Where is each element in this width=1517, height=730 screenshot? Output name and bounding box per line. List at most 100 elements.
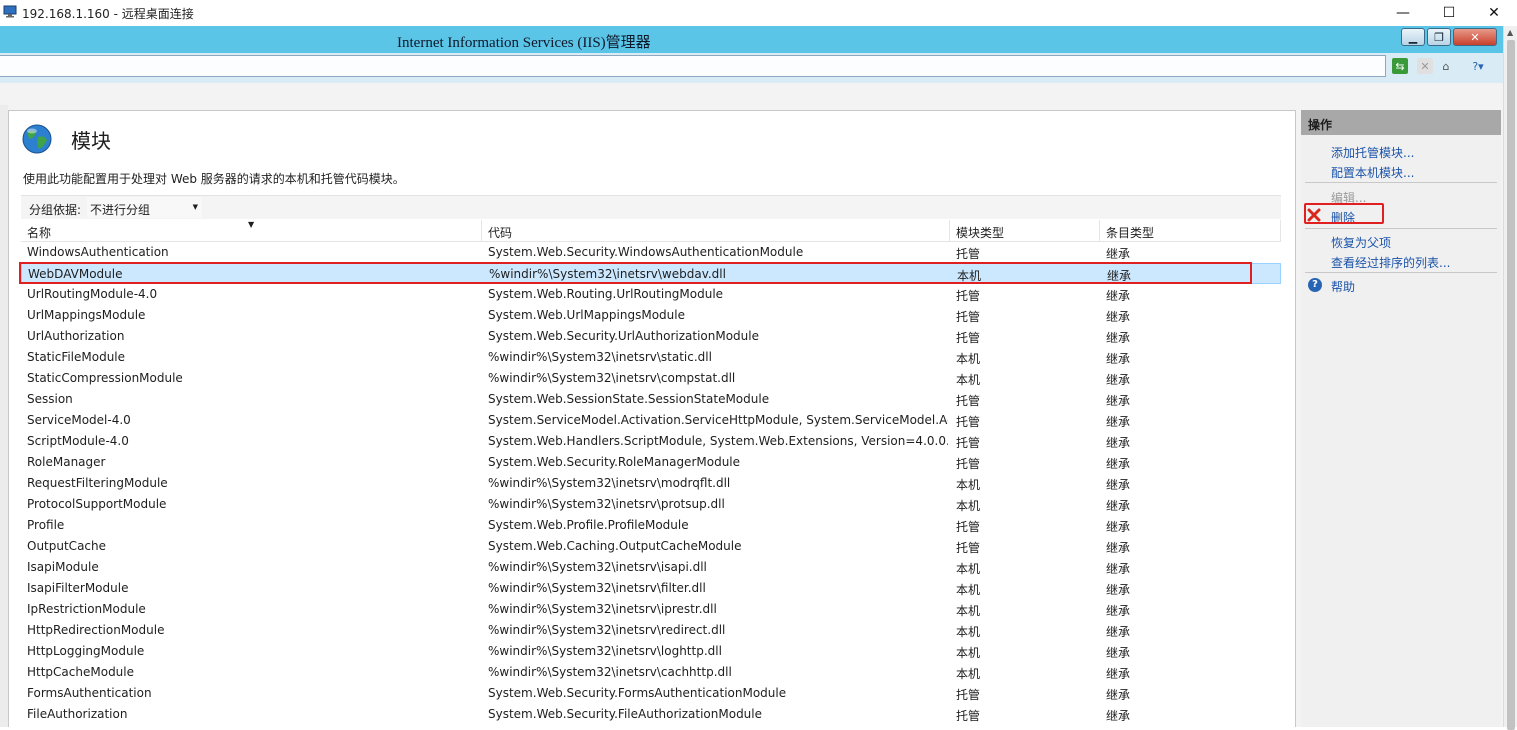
minimize-button[interactable]: — (1380, 0, 1426, 26)
table-row[interactable]: Profile System.Web.Profile.ProfileModule 托… (21, 515, 1281, 536)
table-row[interactable]: ServiceModel-4.0 System.ServiceModel.Acti… (21, 410, 1281, 431)
left-pane-edge (0, 105, 8, 727)
cell-entry-type: 继承 (1106, 247, 1131, 261)
cell-code: System.Web.Profile.ProfileModule (488, 518, 689, 532)
view-ordered-list-link[interactable]: 查看经过排序的列表... (1331, 254, 1450, 271)
cell-module-type: 托管 (956, 415, 981, 429)
cell-module-type: 本机 (956, 583, 981, 597)
cell-module-type: 托管 (956, 709, 981, 723)
cell-name: ScriptModule-4.0 (27, 434, 129, 448)
cell-code: %windir%\System32\inetsrv\loghttp.dll (488, 644, 722, 658)
column-header-entry-type[interactable]: 条目类型 (1100, 220, 1281, 242)
table-row[interactable]: HttpCacheModule %windir%\System32\inetsrv… (21, 662, 1281, 683)
home-icon[interactable]: ⌂ (1438, 58, 1454, 74)
cell-code: %windir%\System32\inetsrv\protsup.dll (488, 497, 725, 511)
table-row[interactable]: RequestFilteringModule %windir%\System32\… (21, 473, 1281, 494)
delete-link[interactable]: 删除 (1331, 209, 1355, 226)
cell-name: FileAuthorization (27, 707, 128, 721)
delete-icon (1307, 208, 1321, 222)
cell-module-type: 托管 (956, 688, 981, 702)
cell-entry-type: 继承 (1106, 331, 1131, 345)
help-dropdown-icon[interactable]: ?▾ (1466, 58, 1490, 74)
table-row[interactable]: StaticCompressionModule %windir%\System32… (21, 368, 1281, 389)
table-row[interactable]: UrlAuthorization System.Web.Security.UrlA… (21, 326, 1281, 347)
table-row[interactable]: StaticFileModule %windir%\System32\inetsr… (21, 347, 1281, 368)
cell-code: System.Web.Security.RoleManagerModule (488, 455, 741, 469)
cell-code: System.Web.Security.UrlAuthorizationModu… (488, 329, 759, 343)
cell-name: ServiceModel-4.0 (27, 413, 131, 427)
iis-minimize-button[interactable]: ▁ (1401, 28, 1425, 46)
address-input[interactable] (0, 55, 1386, 77)
cell-code: System.Web.UrlMappingsModule (488, 308, 685, 322)
revert-to-parent-link[interactable]: 恢复为父项 (1331, 234, 1391, 251)
cell-code: %windir%\System32\inetsrv\compstat.dll (488, 371, 736, 385)
stop-icon[interactable]: ✕ (1417, 58, 1433, 74)
cell-entry-type: 继承 (1106, 667, 1131, 681)
scrollbar-thumb[interactable] (1507, 40, 1515, 730)
cell-entry-type: 继承 (1106, 562, 1131, 576)
cell-entry-type: 继承 (1106, 310, 1131, 324)
groupby-value: 不进行分组 (90, 203, 151, 217)
cell-module-type: 本机 (956, 562, 981, 576)
cell-code: %windir%\System32\inetsrv\cachhttp.dll (488, 665, 732, 679)
table-row[interactable]: RoleManager System.Web.Security.RoleManag… (21, 452, 1281, 473)
page-title: 模块 (71, 129, 111, 153)
groupby-bar: 分组依据: 不进行分组 ▼ (21, 195, 1281, 219)
table-row[interactable]: HttpRedirectionModule %windir%\System32\i… (21, 620, 1281, 641)
table-row[interactable]: WebDAVModule %windir%\System32\inetsrv\we… (21, 263, 1281, 284)
table-row[interactable]: IsapiFilterModule %windir%\System32\inets… (21, 578, 1281, 599)
groupby-select[interactable]: 不进行分组 ▼ (87, 197, 202, 218)
cell-code: System.Web.Security.WindowsAuthenticatio… (488, 245, 804, 259)
column-header-code[interactable]: 代码 (482, 220, 950, 242)
cell-entry-type: 继承 (1106, 415, 1131, 429)
help-link[interactable]: 帮助 (1331, 278, 1355, 295)
actions-header: 操作 (1301, 110, 1501, 135)
cell-name: HttpCacheModule (27, 665, 135, 679)
separator (1305, 272, 1497, 273)
table-row[interactable]: IpRestrictionModule %windir%\System32\ine… (21, 599, 1281, 620)
scroll-up-icon[interactable]: ▲ (1507, 28, 1513, 37)
cell-module-type: 托管 (956, 331, 981, 345)
table-row[interactable]: ScriptModule-4.0 System.Web.Handlers.Scri… (21, 431, 1281, 452)
table-row[interactable]: IsapiModule %windir%\System32\inetsrv\isa… (21, 557, 1281, 578)
table-row[interactable]: FileAuthorization System.Web.Security.Fil… (21, 704, 1281, 725)
cell-name: StaticCompressionModule (27, 371, 183, 385)
cell-entry-type: 继承 (1107, 269, 1132, 283)
table-row[interactable]: HttpLoggingModule %windir%\System32\inets… (21, 641, 1281, 662)
refresh-icon[interactable]: ⇆ (1392, 58, 1408, 74)
cell-entry-type: 继承 (1106, 583, 1131, 597)
table-row[interactable]: FormsAuthentication System.Web.Security.F… (21, 683, 1281, 704)
iis-restore-button[interactable]: ❐ (1427, 28, 1451, 46)
cell-module-type: 本机 (956, 625, 981, 639)
table-row[interactable]: UrlRoutingModule-4.0 System.Web.Routing.U… (21, 284, 1281, 305)
cell-code: System.Web.Handlers.ScriptModule, System… (488, 434, 948, 448)
iis-close-button[interactable]: ✕ (1453, 28, 1497, 46)
cell-entry-type: 继承 (1106, 478, 1131, 492)
table-row[interactable]: OutputCache System.Web.Caching.OutputCach… (21, 536, 1281, 557)
cell-entry-type: 继承 (1106, 646, 1131, 660)
table-row[interactable]: Session System.Web.SessionState.SessionSt… (21, 389, 1281, 410)
cell-code: %windir%\System32\inetsrv\isapi.dll (488, 560, 707, 574)
separator (1305, 182, 1497, 183)
cell-entry-type: 继承 (1106, 289, 1131, 303)
rdp-title-bar: 192.168.1.160 - 远程桌面连接 — ☐ ✕ (0, 0, 1517, 26)
table-row[interactable]: UrlMappingsModule System.Web.UrlMappingsM… (21, 305, 1281, 326)
window-title: Internet Information Services (IIS)管理器 (397, 35, 651, 51)
outer-scrollbar[interactable]: ▲ (1503, 26, 1517, 730)
maximize-button[interactable]: ☐ (1426, 0, 1472, 26)
cell-code: System.Web.Caching.OutputCacheModule (488, 539, 742, 553)
cell-entry-type: 继承 (1106, 520, 1131, 534)
column-header-module-type[interactable]: 模块类型 (950, 220, 1100, 242)
edit-link[interactable]: 编辑... (1331, 189, 1366, 206)
rdp-title: 192.168.1.160 - 远程桌面连接 (22, 7, 194, 21)
configure-native-modules-link[interactable]: 配置本机模块... (1331, 164, 1414, 181)
cell-module-type: 本机 (956, 667, 981, 681)
table-header: 名称 ▼ 代码 模块类型 条目类型 (21, 220, 1281, 242)
table-row[interactable]: WindowsAuthentication System.Web.Security… (21, 242, 1281, 263)
table-row[interactable]: ProtocolSupportModule %windir%\System32\i… (21, 494, 1281, 515)
address-bar-strip: ⇆ ✕ ⌂ ?▾ (0, 53, 1503, 83)
close-button[interactable]: ✕ (1471, 0, 1517, 26)
add-managed-module-link[interactable]: 添加托管模块... (1331, 144, 1414, 161)
cell-module-type: 本机 (956, 373, 981, 387)
cell-name: StaticFileModule (27, 350, 126, 364)
